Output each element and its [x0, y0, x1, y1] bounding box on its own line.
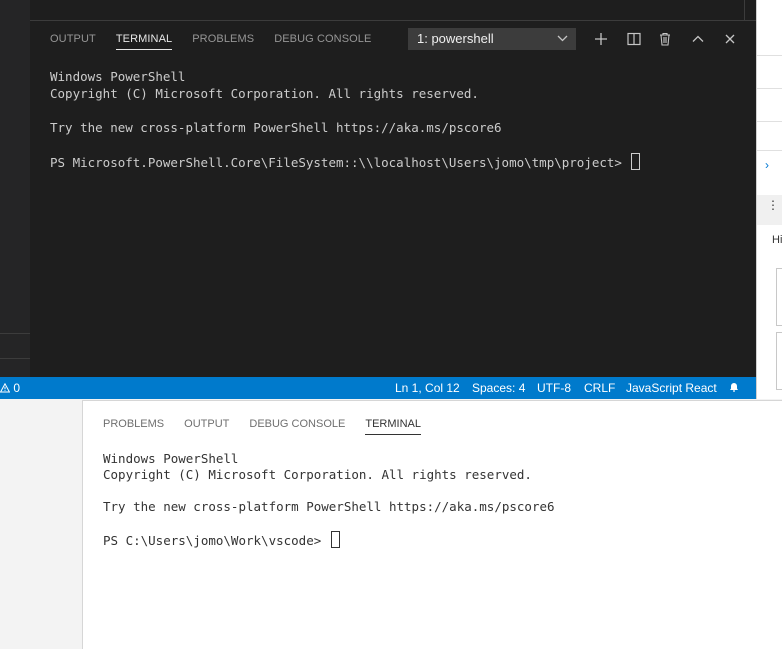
chevron-down-icon — [557, 28, 568, 58]
terminal-line: Copyright (C) Microsoft Corporation. All… — [103, 467, 532, 482]
divider — [757, 121, 782, 122]
terminal-output[interactable]: Windows PowerShell Copyright (C) Microsof… — [50, 68, 641, 171]
tab-problems[interactable]: PROBLEMS — [103, 418, 164, 435]
terminal-cursor — [631, 153, 641, 170]
trash-icon[interactable] — [655, 29, 675, 49]
terminal-output[interactable]: Windows PowerShell Copyright (C) Microsof… — [103, 451, 555, 549]
tab-output[interactable]: OUTPUT — [50, 33, 96, 50]
terminal-prompt: PS C:\Users\jomo\Work\vscode> — [103, 533, 329, 548]
toolbar: ⋮ — [757, 195, 782, 225]
divider — [0, 333, 30, 334]
tab-problems[interactable]: PROBLEMS — [192, 33, 254, 50]
new-terminal-plus-icon[interactable] — [591, 29, 611, 49]
terminal-line: Windows PowerShell — [50, 69, 186, 84]
dark-terminal-panel: OUTPUT TERMINAL PROBLEMS DEBUG CONSOLE 1… — [30, 20, 756, 377]
chevron-right-icon[interactable]: › — [765, 158, 769, 172]
bell-icon[interactable] — [728, 377, 740, 399]
divider — [0, 358, 30, 359]
dark-sidebar-strip — [0, 0, 30, 377]
encoding-status[interactable]: UTF-8 — [537, 377, 571, 399]
terminal-prompt: PS Microsoft.PowerShell.Core\FileSystem:… — [50, 155, 630, 170]
input-box[interactable] — [776, 268, 782, 326]
truncated-label: Hi — [772, 234, 782, 246]
cursor-position[interactable]: Ln 1, Col 12 — [395, 377, 460, 399]
tab-output[interactable]: OUTPUT — [184, 418, 229, 435]
terminal-cursor — [330, 531, 340, 548]
tab-terminal[interactable]: TERMINAL — [115, 33, 173, 50]
light-sidebar — [0, 400, 83, 649]
tab-terminal[interactable]: TERMINAL — [365, 418, 421, 435]
terminal-line: Try the new cross-platform PowerShell ht… — [103, 499, 555, 514]
terminal-line: Windows PowerShell — [103, 451, 239, 466]
warnings-status[interactable]: 0 — [0, 377, 20, 399]
divider — [757, 55, 782, 56]
panel-tabs: OUTPUT TERMINAL PROBLEMS DEBUG CONSOLE — [50, 33, 391, 50]
terminal-line: Copyright (C) Microsoft Corporation. All… — [50, 86, 479, 101]
panel-tabs: PROBLEMS OUTPUT DEBUG CONSOLE TERMINAL — [103, 418, 441, 435]
divider — [757, 150, 782, 151]
more-icon[interactable]: ⋮ — [767, 199, 779, 211]
warning-icon — [0, 381, 11, 395]
status-bar: 0 Ln 1, Col 12 Spaces: 4 UTF-8 CRLF Java… — [0, 377, 756, 399]
divider — [757, 88, 782, 89]
eol-status[interactable]: CRLF — [584, 377, 615, 399]
terminal-prompt-line: PS C:\Users\jomo\Work\vscode> — [103, 531, 555, 549]
dark-editor-area — [30, 0, 756, 20]
warnings-count: 0 — [13, 381, 21, 395]
terminal-select[interactable]: 1: powershell — [408, 28, 576, 50]
terminal-select-value: 1: powershell — [417, 31, 494, 46]
divider — [744, 0, 745, 20]
input-box[interactable] — [776, 332, 782, 390]
terminal-prompt-line: PS Microsoft.PowerShell.Core\FileSystem:… — [50, 153, 641, 171]
tab-debug-console[interactable]: DEBUG CONSOLE — [249, 418, 345, 435]
language-mode[interactable]: JavaScript React — [626, 377, 717, 399]
split-terminal-icon[interactable] — [624, 29, 644, 49]
right-side-panel: › ⋮ Hi — [756, 0, 782, 399]
indentation-status[interactable]: Spaces: 4 — [472, 377, 525, 399]
chevron-up-icon[interactable] — [688, 29, 708, 49]
light-terminal-panel: PROBLEMS OUTPUT DEBUG CONSOLE TERMINAL W… — [83, 400, 782, 649]
tab-debug-console[interactable]: DEBUG CONSOLE — [274, 33, 371, 50]
terminal-line: Try the new cross-platform PowerShell ht… — [50, 120, 502, 135]
close-icon[interactable] — [720, 29, 740, 49]
